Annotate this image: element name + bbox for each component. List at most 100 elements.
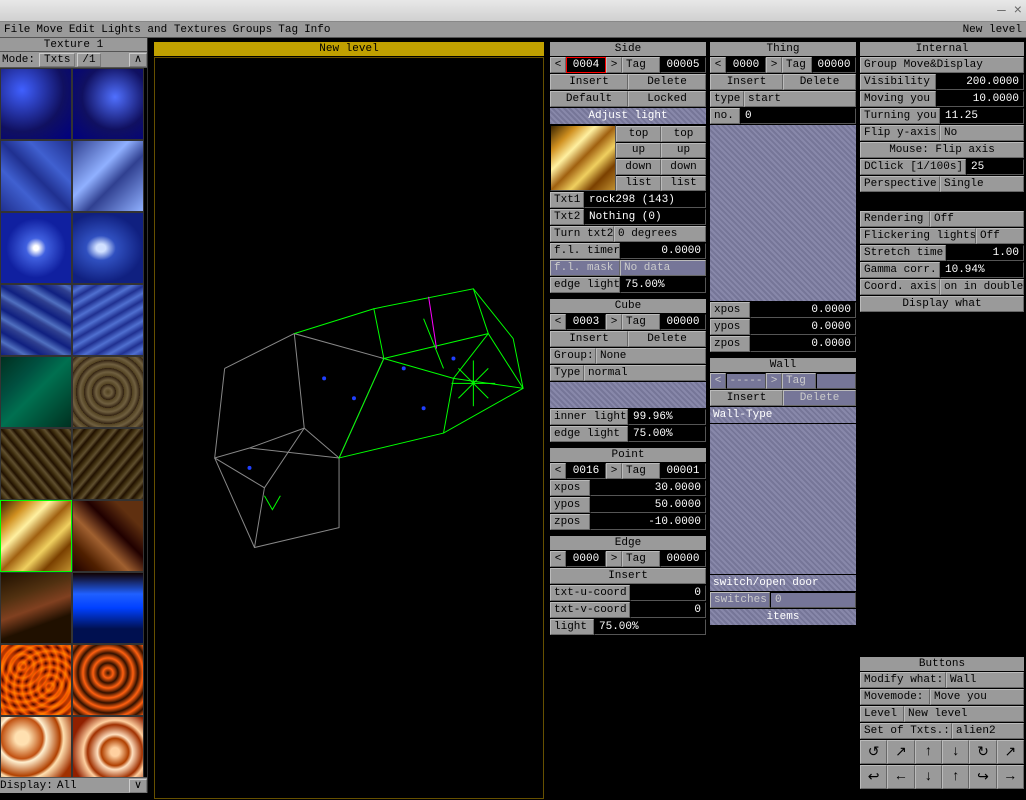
cube-type-value[interactable]: normal [584, 365, 706, 381]
rendering-value[interactable]: Off [930, 211, 1024, 227]
texture-swatch[interactable] [72, 212, 144, 284]
edge-tag[interactable]: 00000 [660, 551, 706, 567]
thing-insert-button[interactable]: Insert [710, 74, 783, 90]
cube-inner-value[interactable]: 99.96% [628, 409, 706, 425]
cube-prev-icon[interactable]: < [550, 314, 566, 330]
side-edge-light-value[interactable]: 75.00% [620, 277, 706, 293]
down1-button[interactable]: down [616, 159, 661, 175]
texture-swatch[interactable] [72, 356, 144, 428]
top2-button[interactable]: top [661, 126, 706, 142]
side-adjust-light[interactable]: Adjust light [550, 108, 706, 124]
movemode-value[interactable]: Move you [930, 689, 1024, 705]
edge-prev-icon[interactable]: < [550, 551, 566, 567]
perspective-value[interactable]: Single [940, 176, 1024, 192]
up1-button[interactable]: up [616, 143, 661, 159]
edge-u-value[interactable]: 0 [630, 585, 706, 601]
fl-timer-value[interactable]: 0.0000 [620, 243, 706, 259]
edge-id[interactable]: 0000 [566, 551, 606, 567]
rotate-cw-icon[interactable]: ↻ [969, 740, 996, 764]
menu-groups[interactable]: Groups [233, 24, 273, 36]
arrow-back-icon[interactable]: ← [887, 765, 914, 789]
arrow-down2-icon[interactable]: ↓ [915, 765, 942, 789]
down2-button[interactable]: down [661, 159, 706, 175]
thing-ypos[interactable]: 0.0000 [750, 319, 856, 335]
display-what-button[interactable]: Display what [860, 296, 1024, 312]
side-tag[interactable]: 00005 [660, 57, 706, 73]
thing-zpos[interactable]: 0.0000 [750, 336, 856, 352]
cube-group-value[interactable]: None [596, 348, 706, 364]
thing-no[interactable]: 0 [740, 108, 856, 124]
side-locked-button[interactable]: Locked [628, 91, 706, 107]
thing-id[interactable]: 0000 [726, 57, 766, 73]
minimize-icon[interactable]: — [997, 3, 1005, 19]
menu-file[interactable]: File [4, 24, 30, 36]
txtset-value[interactable]: alien2 [952, 723, 1024, 739]
arrow-right-icon[interactable]: → [997, 765, 1024, 789]
cube-next-icon[interactable]: > [606, 314, 622, 330]
texture-swatch[interactable] [72, 428, 144, 500]
coord-value[interactable]: on in double [940, 279, 1024, 295]
cube-id[interactable]: 0003 [566, 314, 606, 330]
viewport-3d[interactable] [154, 57, 544, 799]
thing-type[interactable]: start [744, 91, 856, 107]
rotate-ccw-icon[interactable]: ↺ [860, 740, 887, 764]
mode-extra[interactable]: /1 [77, 53, 100, 67]
texture-swatch[interactable] [0, 644, 72, 716]
texture-swatch[interactable] [0, 356, 72, 428]
list1-button[interactable]: list [616, 176, 661, 192]
side-insert-button[interactable]: Insert [550, 74, 628, 90]
point-tag[interactable]: 00001 [660, 463, 706, 479]
group-move-display[interactable]: Group Move&Display [860, 57, 1024, 73]
point-ypos[interactable]: 50.0000 [590, 497, 706, 513]
arrow-redo-icon[interactable]: ↪ [969, 765, 996, 789]
texture-swatch[interactable] [0, 68, 72, 140]
point-xpos[interactable]: 30.0000 [590, 480, 706, 496]
txt2-value[interactable]: Nothing (0) [584, 209, 706, 225]
cube-insert-button[interactable]: Insert [550, 331, 628, 347]
side-texture-preview[interactable] [550, 125, 616, 191]
cube-tag[interactable]: 00000 [660, 314, 706, 330]
flicker-value[interactable]: Off [976, 228, 1024, 244]
thing-xpos[interactable]: 0.0000 [750, 302, 856, 318]
thing-prev-icon[interactable]: < [710, 57, 726, 73]
arrow-down-icon[interactable]: ↓ [942, 740, 969, 764]
list2-button[interactable]: list [661, 176, 706, 192]
menu-edit[interactable]: Edit [69, 24, 95, 36]
turn-txt2-value[interactable]: 0 degrees [614, 226, 706, 242]
point-prev-icon[interactable]: < [550, 463, 566, 479]
stretch-value[interactable]: 1.00 [946, 245, 1024, 261]
menu-lights-textures[interactable]: Lights and Textures [101, 24, 226, 36]
menu-info[interactable]: Info [304, 24, 330, 36]
texture-swatch[interactable] [72, 284, 144, 356]
point-zpos[interactable]: -10.0000 [590, 514, 706, 530]
edge-insert-button[interactable]: Insert [550, 568, 706, 584]
arrow-upleft-icon[interactable]: ↗ [887, 740, 914, 764]
display-value[interactable]: All [57, 780, 77, 792]
modify-value[interactable]: Wall [946, 672, 1024, 688]
side-default-button[interactable]: Default [550, 91, 628, 107]
close-icon[interactable]: × [1014, 3, 1022, 19]
thing-tag[interactable]: 00000 [812, 57, 856, 73]
turning-value[interactable]: 11.25 [940, 108, 1024, 124]
texture-swatch-selected[interactable] [0, 500, 72, 572]
wall-insert-button[interactable]: Insert [710, 390, 783, 406]
texture-swatch[interactable] [0, 212, 72, 284]
arrow-left-icon[interactable]: ↩ [860, 765, 887, 789]
up2-button[interactable]: up [661, 143, 706, 159]
texture-swatch[interactable] [72, 500, 144, 572]
texture-swatch[interactable] [72, 140, 144, 212]
side-prev-icon[interactable]: < [550, 57, 566, 73]
mode-up-icon[interactable]: ∧ [129, 53, 147, 67]
dclick-value[interactable]: 25 [966, 159, 1024, 175]
side-delete-button[interactable]: Delete [628, 74, 706, 90]
menu-move[interactable]: Move [36, 24, 62, 36]
thing-delete-button[interactable]: Delete [783, 74, 856, 90]
arrow-upright-icon[interactable]: ↗ [997, 740, 1024, 764]
visibility-value[interactable]: 200.0000 [936, 74, 1024, 90]
arrow-up-icon[interactable]: ↑ [915, 740, 942, 764]
edge-next-icon[interactable]: > [606, 551, 622, 567]
top1-button[interactable]: top [616, 126, 661, 142]
display-down-icon[interactable]: ∨ [129, 779, 147, 793]
moving-value[interactable]: 10.0000 [936, 91, 1024, 107]
thing-next-icon[interactable]: > [766, 57, 782, 73]
